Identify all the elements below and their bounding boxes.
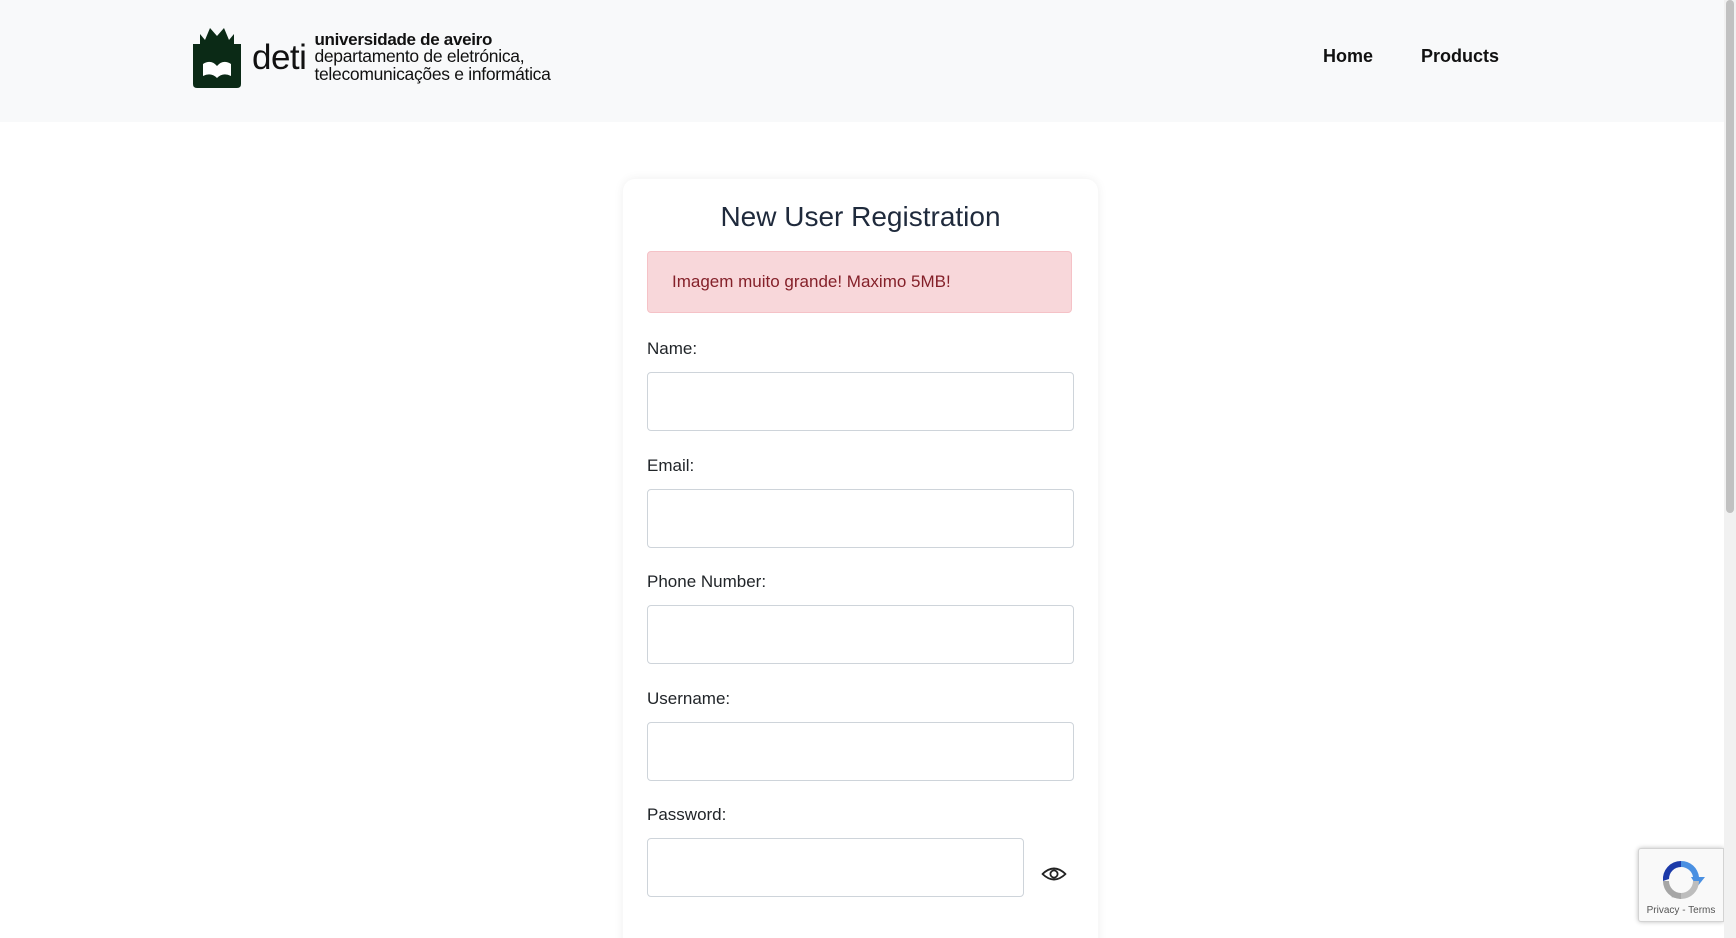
registration-card: New User Registration Imagem muito grand… (623, 179, 1098, 938)
page-title: New User Registration (720, 201, 1001, 232)
username-label: Username: (647, 689, 731, 708)
logo-subtitle: universidade de aveiro departamento de e… (314, 31, 550, 84)
scrollbar-thumb[interactable] (1726, 0, 1734, 513)
eye-icon[interactable] (1041, 864, 1067, 884)
phone-label: Phone Number: (647, 572, 767, 591)
page-scrollbar[interactable] (1724, 0, 1736, 938)
name-label: Name: (647, 339, 698, 358)
logo-department-line2: telecomunicações e informática (314, 63, 551, 84)
site-header: deti universidade de aveiro departamento… (0, 0, 1724, 122)
email-label: Email: (647, 456, 695, 475)
recaptcha-privacy-link[interactable]: Privacy (1647, 905, 1680, 916)
nav-products-link[interactable]: Products (1421, 46, 1499, 67)
recaptcha-badge[interactable]: Privacy - Terms (1638, 848, 1724, 922)
username-input[interactable] (647, 722, 1074, 781)
recaptcha-links: Privacy - Terms (1639, 905, 1723, 916)
deti-logo[interactable]: deti universidade de aveiro departamento… (189, 26, 551, 88)
nav-home-link[interactable]: Home (1323, 46, 1373, 67)
recaptcha-terms-link[interactable]: Terms (1688, 905, 1715, 916)
error-alert: Imagem muito grande! Maximo 5MB! (647, 251, 1072, 313)
recaptcha-separator: - (1679, 905, 1689, 916)
main-nav: Home Products (1323, 46, 1499, 67)
page: deti universidade de aveiro departamento… (0, 0, 1736, 938)
password-label: Password: (647, 805, 727, 824)
name-input[interactable] (647, 372, 1074, 431)
phone-input[interactable] (647, 605, 1074, 664)
email-input[interactable] (647, 489, 1074, 548)
password-input[interactable] (647, 838, 1024, 897)
ua-castle-logo-icon (193, 28, 241, 88)
logo-deti-text: deti (252, 37, 307, 77)
recaptcha-icon (1662, 860, 1705, 899)
